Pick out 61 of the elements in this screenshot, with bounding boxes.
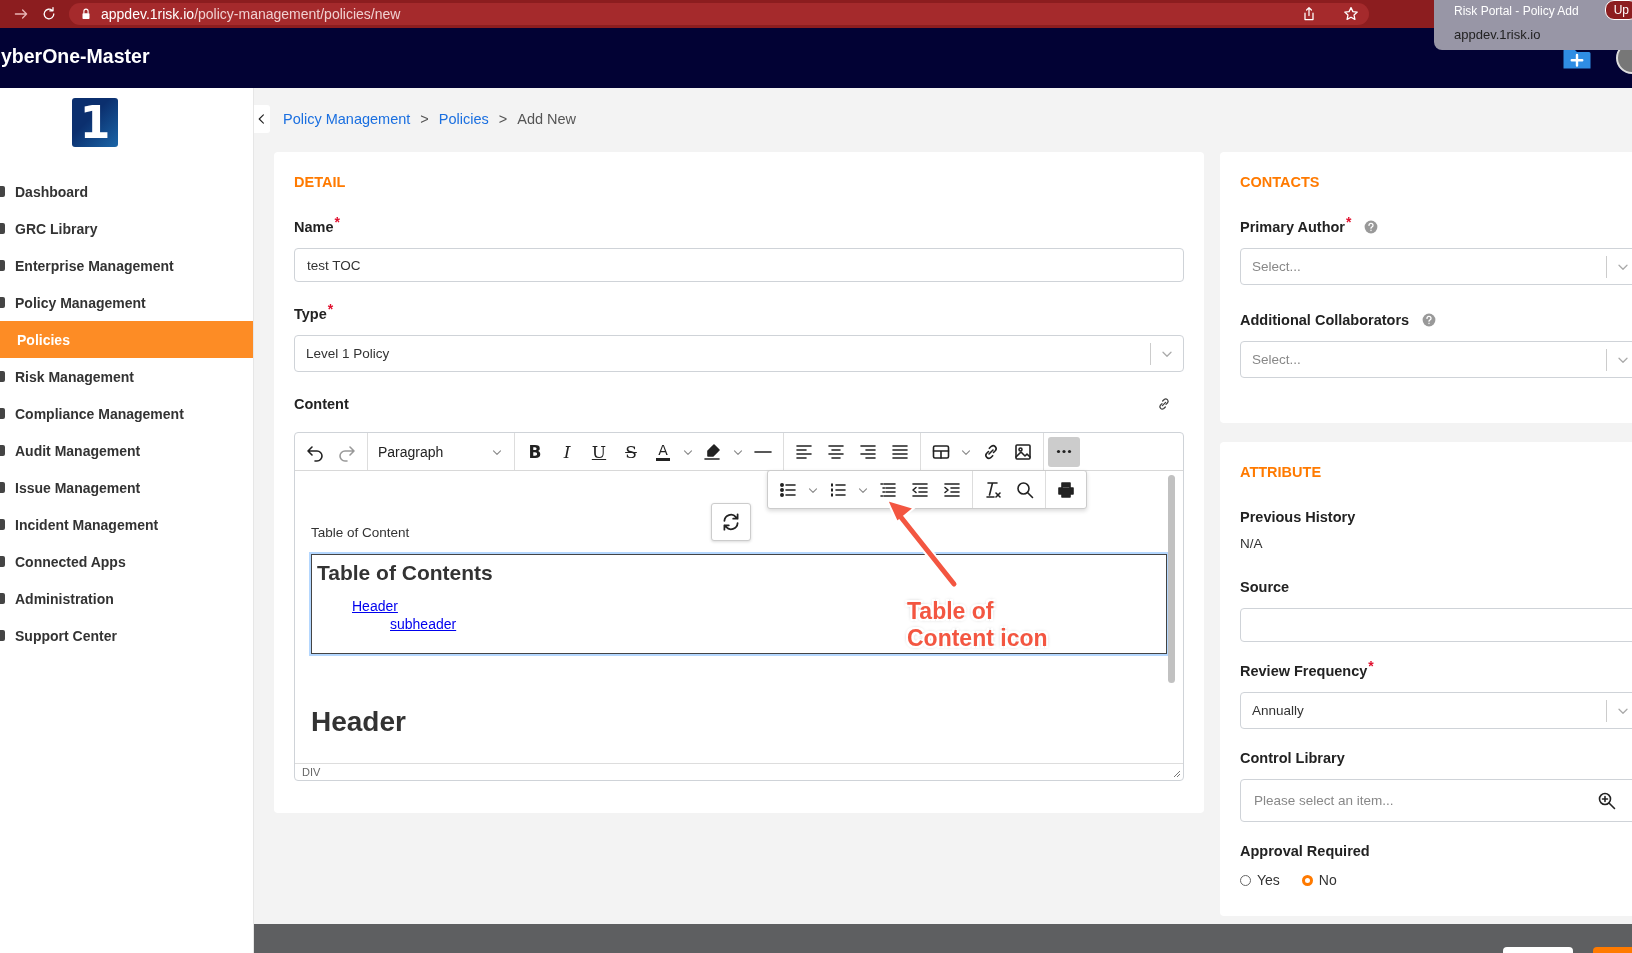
name-input[interactable]: test TOC xyxy=(294,248,1184,282)
sidebar-item[interactable]: Compliance Management xyxy=(0,395,253,432)
field-label: Additional Collaborators xyxy=(1240,312,1410,328)
field-label: Content xyxy=(294,396,349,412)
field-label: Primary Author xyxy=(1240,219,1345,235)
field-label: Control Library xyxy=(1240,750,1345,766)
toc-link[interactable]: Header xyxy=(352,597,398,615)
editor-paragraph: Table of Content xyxy=(311,525,410,540)
italic-button[interactable]: I xyxy=(551,436,583,467)
app-title: yberOne-Master xyxy=(1,45,150,68)
breadcrumb-link[interactable]: Policies xyxy=(438,111,489,127)
sidebar-item[interactable]: Policy Management xyxy=(0,284,253,321)
breadcrumb-current: Add New xyxy=(517,111,577,127)
sidebar-item[interactable]: Administration xyxy=(0,580,253,617)
toc-title: Table of Contents xyxy=(317,561,494,585)
required-mark: * xyxy=(1346,214,1352,230)
radio-option[interactable]: Yes xyxy=(1240,872,1280,888)
field-label: Source xyxy=(1240,579,1290,595)
field-value: N/A xyxy=(1240,536,1264,551)
select-field[interactable]: Annually xyxy=(1240,692,1632,729)
sidebar-item[interactable]: Dashboard xyxy=(0,173,253,210)
underline-button[interactable]: U xyxy=(583,436,615,467)
sidebar-item[interactable]: Audit Management xyxy=(0,432,253,469)
logo[interactable]: 1 xyxy=(72,98,118,147)
address-bar[interactable]: appdev.1risk.io/policy-management/policies/new xyxy=(69,3,1369,25)
required-mark: * xyxy=(334,214,340,230)
radio-option[interactable]: No xyxy=(1301,872,1337,888)
field-label: Approval Required xyxy=(1240,843,1370,859)
section-heading: CONTACTS xyxy=(1240,174,1321,190)
select-field[interactable]: Select... xyxy=(1240,341,1632,378)
section-heading: ATTRIBUTE xyxy=(1240,464,1323,480)
field-label: Previous History xyxy=(1240,509,1356,525)
select-field[interactable]: Select... xyxy=(1240,248,1632,285)
sidebar-item[interactable]: Connected Apps xyxy=(0,543,253,580)
lookup-field[interactable]: Please select an item... xyxy=(1240,779,1632,822)
block-format-dropdown[interactable]: Paragraph xyxy=(372,436,510,467)
required-mark: * xyxy=(327,301,334,317)
sidebar-item[interactable]: Risk Management xyxy=(0,358,253,395)
tooltip-title: Risk Portal - Policy Add xyxy=(1454,4,1579,18)
required-mark: * xyxy=(1368,658,1374,674)
sidebar-item[interactable]: Issue Management xyxy=(0,469,253,506)
element-path: DIV xyxy=(302,766,321,778)
field-label: Type xyxy=(294,306,327,322)
annotation-text: Table of Content icon xyxy=(907,598,1049,652)
sidebar-item[interactable]: GRC Library xyxy=(0,210,253,247)
breadcrumb-separator: > xyxy=(498,111,508,127)
sidebar-item[interactable]: Enterprise Management xyxy=(0,247,253,284)
strike-button[interactable]: S xyxy=(615,436,647,467)
text-color-button[interactable]: A xyxy=(647,436,679,467)
type-select[interactable]: Level 1 Policy xyxy=(294,335,1184,372)
field-label: Name xyxy=(294,219,334,235)
breadcrumb-separator: > xyxy=(420,111,429,127)
tooltip-url: appdev.1risk.io xyxy=(1454,27,1541,42)
sidebar-item[interactable]: Incident Management xyxy=(0,506,253,543)
sidebar-item[interactable]: Support Center xyxy=(0,617,253,654)
breadcrumb-link[interactable]: Policy Management xyxy=(283,111,411,127)
section-heading: DETAIL xyxy=(294,174,347,190)
bold-button[interactable]: B xyxy=(519,436,551,467)
editor-heading: Header xyxy=(311,706,407,738)
toc-link[interactable]: subheader xyxy=(390,615,457,633)
field-label: Review Frequency xyxy=(1240,663,1368,679)
